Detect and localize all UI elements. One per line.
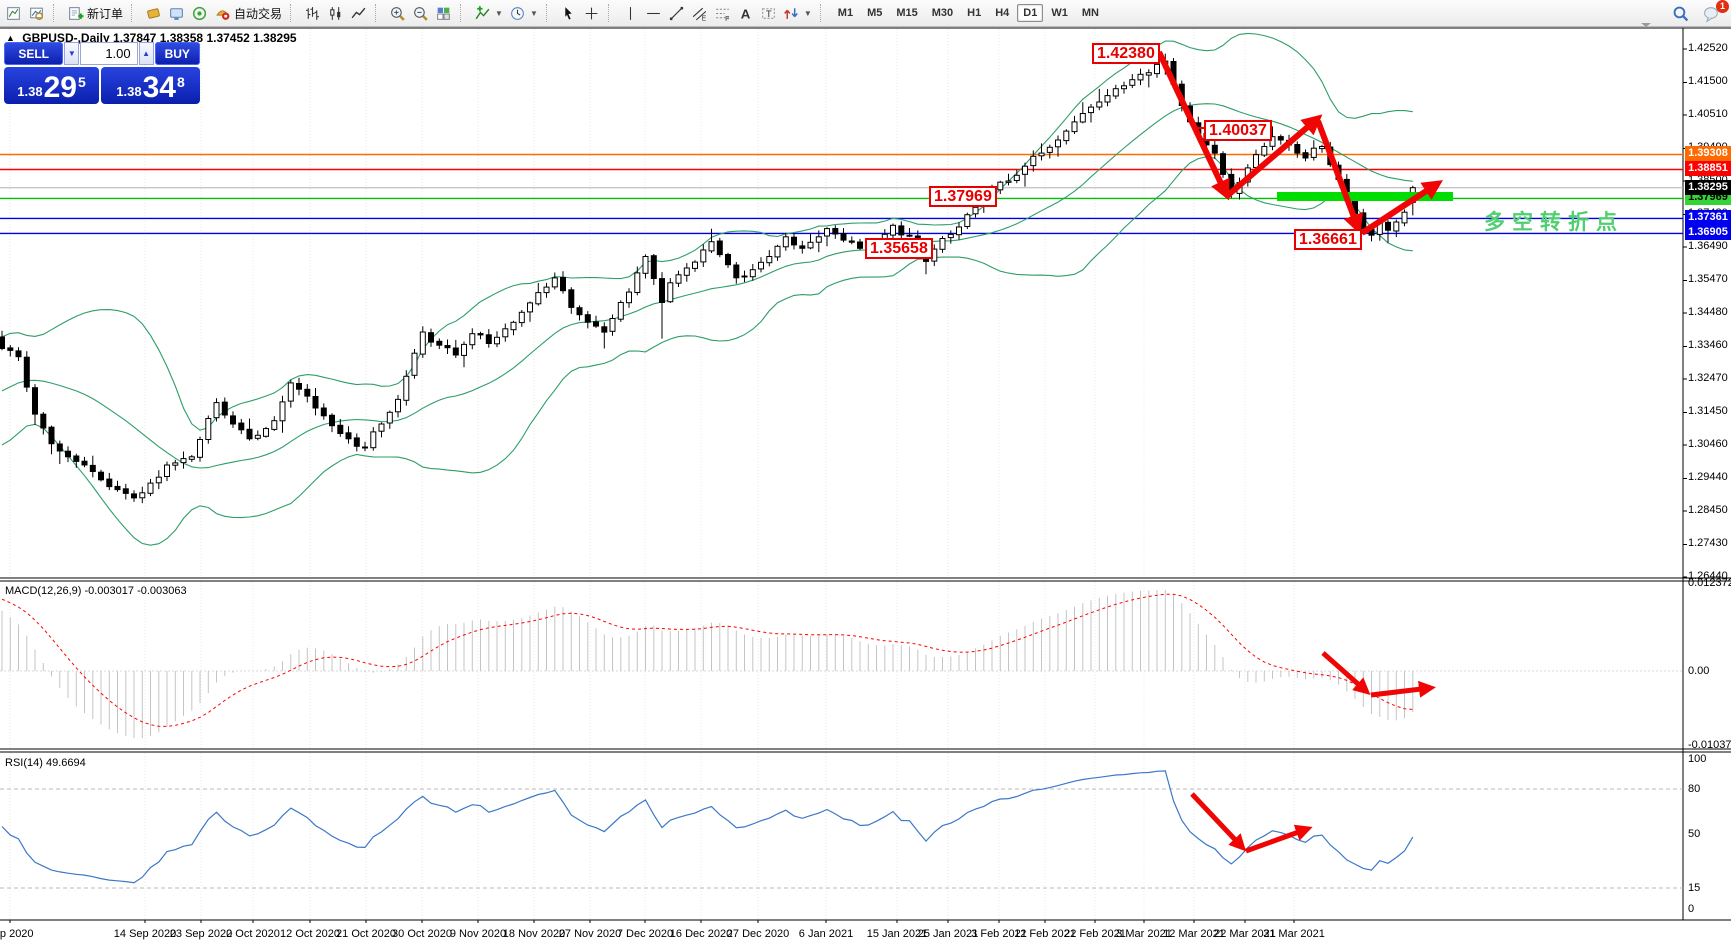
price-line-label: 1.39308: [1685, 146, 1731, 161]
volume-input[interactable]: 1.00: [80, 42, 138, 65]
one-click-trading-panel: SELL ▼ 1.00 ▲ BUY 1.38 29 5 1.38 34 8: [4, 42, 200, 104]
date-tick-label: 16 Dec 2020: [669, 928, 733, 940]
price-annotation-box[interactable]: 1.42380: [1092, 43, 1160, 64]
rsi-plot: [0, 770, 1683, 889]
splitter-arrow-icon: [1641, 23, 1651, 27]
date-tick-label: 2 Oct 2020: [226, 928, 280, 940]
sell-price-display[interactable]: 1.38 29 5: [4, 67, 99, 104]
macd-indicator-label: MACD(12,26,9) -0.003017 -0.003063: [5, 585, 187, 597]
sell-button[interactable]: SELL: [4, 42, 64, 65]
macd-scale-tick: -0.010374: [1688, 739, 1731, 751]
date-tick-label: 27 Nov 2020: [558, 928, 622, 940]
date-tick-label: 6 Jan 2021: [798, 928, 854, 940]
rsi-scale-tick: 0: [1688, 903, 1695, 915]
buy-price-small: 1.38: [116, 84, 142, 99]
mt4-window: 新订单 自动交易 ▼ ▼ E F A T ▼ M1 M5 M15 M30 H1 H4 D1 W1 MN 1 ▲ GB…: [0, 0, 1731, 946]
price-annotation-box[interactable]: 1.36661: [1294, 229, 1362, 250]
price-tick: 1.28450: [1688, 504, 1728, 516]
close-value: 1.38295: [253, 31, 297, 45]
sell-price-big: 29: [43, 71, 77, 104]
candles: [0, 53, 1416, 504]
macd-scale-tick: 0.012372: [1688, 577, 1731, 589]
date-tick-label: 23 Sep 2020: [169, 928, 233, 940]
price-annotation-box[interactable]: 1.37969: [929, 186, 997, 207]
date-tick-label: 14 Sep 2020: [113, 928, 177, 940]
date-tick-label: 18 Nov 2020: [502, 928, 566, 940]
price-tick: 1.32470: [1688, 372, 1728, 384]
volume-increase-button[interactable]: ▲: [138, 42, 154, 65]
price-tick: 1.29440: [1688, 471, 1728, 483]
price-tick: 1.31450: [1688, 405, 1728, 417]
buy-price-big: 34: [142, 71, 176, 104]
price-tick: 1.40510: [1688, 108, 1728, 120]
date-tick-label: 30 Oct 2020: [392, 928, 452, 940]
rsi-scale-tick: 15: [1688, 882, 1701, 894]
date-tick-label: 31 Mar 2021: [1263, 928, 1325, 940]
sell-price-sup: 5: [77, 74, 86, 90]
price-tick: 1.41500: [1688, 75, 1728, 87]
rsi-indicator-label: RSI(14) 49.6694: [5, 757, 86, 769]
price-annotation-box[interactable]: 1.40037: [1204, 120, 1272, 141]
date-tick-label: 9 Nov 2020: [449, 928, 507, 940]
bollinger-bands: [1, 32, 1413, 546]
macd-plot: [0, 589, 1683, 739]
sell-price-small: 1.38: [17, 84, 43, 99]
price-line-label: 1.38851: [1685, 161, 1731, 176]
date-tick-label: 7 Dec 2020: [616, 928, 674, 940]
date-tick-label: 21 Oct 2020: [336, 928, 396, 940]
trend-arrow: [1315, 119, 1363, 235]
date-tick-label: Sep 2020: [0, 928, 34, 940]
price-tick: 1.30460: [1688, 438, 1728, 450]
price-tick: 1.34480: [1688, 306, 1728, 318]
price-line-label: 1.38295: [1685, 180, 1731, 195]
trend-arrow: [1360, 180, 1443, 236]
price-line-label: 1.37361: [1685, 210, 1731, 225]
macd-scale-tick: 0.00: [1688, 665, 1710, 677]
buy-price-display[interactable]: 1.38 34 8: [101, 67, 200, 104]
price-tick: 1.35470: [1688, 273, 1728, 285]
date-tick-label: 12 Oct 2020: [280, 928, 340, 940]
trend-arrow: [1321, 651, 1371, 695]
price-line-label: 1.36905: [1685, 225, 1731, 240]
date-tick-label: 25 Jan 2021: [917, 928, 979, 940]
rsi-scale-tick: 50: [1688, 828, 1701, 840]
analyst-note-text[interactable]: 多空转折点: [1484, 206, 1624, 236]
price-tick: 1.33460: [1688, 339, 1728, 351]
price-tick: 1.36490: [1688, 240, 1728, 252]
rsi-scale-tick: 80: [1688, 783, 1701, 795]
buy-button[interactable]: BUY: [154, 42, 200, 65]
price-tick: 1.42520: [1688, 42, 1728, 54]
volume-decrease-button[interactable]: ▼: [64, 42, 80, 65]
price-annotation-box[interactable]: 1.35658: [865, 238, 933, 259]
rsi-scale-tick: 100: [1688, 753, 1707, 765]
price-tick: 1.27430: [1688, 537, 1728, 549]
date-tick-label: 27 Dec 2020: [726, 928, 790, 940]
chart-canvas[interactable]: [0, 0, 1731, 946]
low-value: 1.37452: [206, 31, 250, 45]
buy-price-sup: 8: [176, 74, 185, 90]
